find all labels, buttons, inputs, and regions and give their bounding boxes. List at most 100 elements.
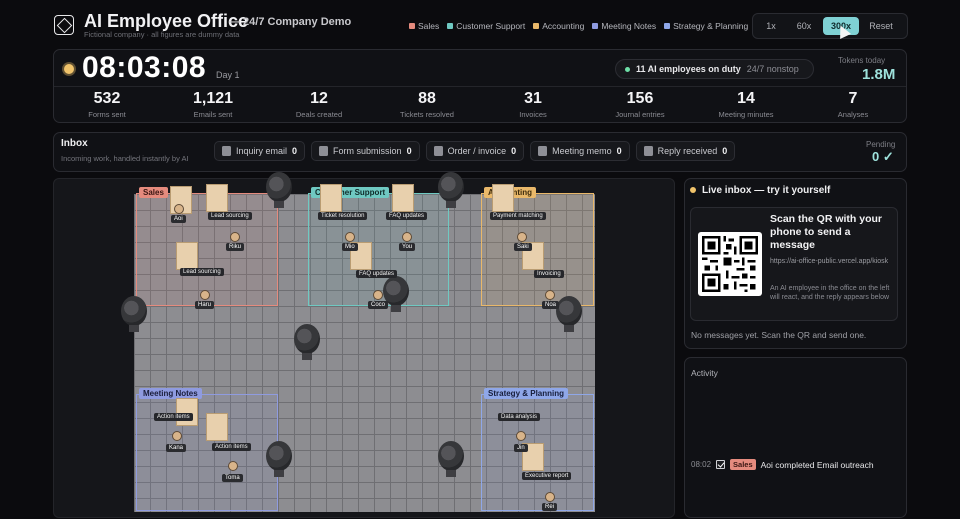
live-dot-icon [690, 187, 696, 193]
legend-accounting: Accounting [533, 21, 584, 31]
legend-label: Meeting Notes [601, 21, 657, 31]
support-swatch-icon [447, 23, 454, 29]
chip-label: Form submission [333, 146, 402, 156]
chip-count: 0 [511, 146, 517, 156]
accounting-swatch-icon [533, 23, 540, 29]
stats-divider [54, 86, 906, 87]
worker-avatar[interactable] [228, 461, 238, 471]
speed-60x-button[interactable]: 60x [787, 17, 821, 35]
worker-avatar[interactable] [517, 232, 527, 242]
stat-meetings: 14 Meeting minutes [701, 90, 791, 119]
duty-mode: 24/7 nonstop [746, 64, 799, 74]
worker-name-haru: Haru [195, 301, 215, 309]
stat-analyses: 7 Analyses [808, 90, 898, 119]
stat-value: 14 [737, 90, 755, 107]
plant-icon [438, 172, 464, 208]
zone-meeting-notes [136, 394, 278, 511]
chip-form-submission[interactable]: Form submission 0 [311, 141, 420, 161]
desk [206, 413, 228, 441]
stat-value: 532 [93, 90, 121, 107]
chip-label: Order / invoice [447, 146, 507, 156]
strategy-swatch-icon [664, 23, 671, 29]
task-label-kana: Action items [154, 413, 193, 421]
stat-forms: 532 Forms sent [62, 90, 152, 119]
stat-value: 156 [626, 90, 654, 107]
worker-name-saki: Saki [514, 243, 532, 251]
activity-text: Aoi completed Email outreach [760, 459, 874, 470]
desk [176, 398, 198, 426]
pending-value: 0 ✓ [872, 149, 894, 164]
desk [176, 242, 198, 270]
stat-label: Emails sent [193, 110, 233, 119]
task-label-coco: FAQ updates [356, 270, 398, 278]
worker-avatar[interactable] [545, 290, 555, 300]
worker-name-jin: Jin [514, 444, 528, 452]
task-label-rei: Executive report [522, 472, 572, 480]
kiosk-url[interactable]: https://ai-office-public.vercel.app/kios… [770, 257, 896, 266]
worker-avatar[interactable] [345, 232, 355, 242]
live-inbox-title: Live inbox — try it yourself [702, 185, 831, 196]
stat-value: 7 [848, 90, 858, 107]
duty-badge: 11 AI employees on duty 24/7 nonstop [615, 59, 814, 79]
reset-button[interactable]: Reset [861, 17, 901, 35]
worker-name-rei: Rei [542, 503, 558, 511]
form-icon [319, 146, 329, 156]
stat-value: 88 [418, 90, 436, 107]
stat-value: 31 [524, 90, 542, 107]
sim-clock: 08:03:08 [82, 51, 207, 84]
sun-icon [64, 64, 74, 74]
qr-code-icon[interactable] [698, 232, 762, 296]
zone-label-sales: Sales [139, 187, 168, 198]
worker-avatar[interactable] [545, 492, 555, 502]
worker-name-mio: Mio [342, 243, 358, 251]
task-label-saki: Payment matching [490, 212, 546, 220]
worker-avatar[interactable] [200, 290, 210, 300]
speed-control: 1x 60x 300x Reset [752, 13, 908, 39]
worker-avatar[interactable] [402, 232, 412, 242]
empty-messages: No messages yet. Scan the QR and send on… [691, 330, 867, 340]
activity-dept-badge: Sales [730, 459, 756, 470]
legend-strategy: Strategy & Planning [664, 21, 748, 31]
online-dot-icon [625, 66, 630, 72]
chip-label: Meeting memo [552, 146, 612, 156]
stat-journal: 156 Journal entries [595, 90, 685, 119]
plant-icon [556, 296, 582, 332]
worker-name-kana: Kana [166, 444, 187, 452]
qr-description: An AI employee in the office on the left… [770, 285, 890, 301]
worker-name-coco: Coco [368, 301, 389, 309]
legend-label: Strategy & Planning [673, 21, 749, 31]
chip-meeting-memo[interactable]: Meeting memo 0 [530, 141, 630, 161]
worker-avatar[interactable] [230, 232, 240, 242]
inbox-title: Inbox [61, 138, 88, 149]
legend-label: Customer Support [456, 21, 526, 31]
desk [492, 184, 514, 212]
chip-reply-received[interactable]: Reply received 0 [635, 141, 736, 161]
worker-avatar[interactable] [174, 204, 184, 214]
worker-avatar[interactable] [172, 431, 182, 441]
plant-icon [266, 441, 292, 477]
tokens-value: 1.8M [862, 66, 896, 83]
legend-label: Sales [418, 21, 440, 31]
stat-label: Meeting minutes [718, 110, 774, 119]
inbox-subtitle: Incoming work, handled instantly by AI [61, 154, 189, 163]
legend-label: Accounting [542, 21, 585, 31]
tokens-label: Tokens today [838, 56, 886, 65]
speed-1x-button[interactable]: 1x [757, 17, 785, 35]
task-label-aoi: Lead sourcing [208, 212, 252, 220]
qr-instructions: Scan the QR with your phone to send a me… [770, 213, 883, 251]
stat-invoices: 31 Invoices [488, 90, 578, 119]
task-label-haru: Lead sourcing [180, 268, 224, 276]
task-label-jin: Data analysis [498, 413, 541, 421]
chip-order-invoice[interactable]: Order / invoice 0 [425, 141, 525, 161]
meeting-swatch-icon [592, 23, 599, 29]
memo-icon [538, 146, 548, 156]
desk [320, 184, 342, 212]
worker-avatar[interactable] [516, 431, 526, 441]
worker-avatar[interactable] [373, 290, 383, 300]
stat-value: 1,121 [192, 90, 234, 107]
chip-label: Inquiry email [236, 146, 288, 156]
plant-icon [121, 296, 147, 332]
worker-name-you: You [399, 243, 416, 251]
chip-inquiry-email[interactable]: Inquiry email 0 [214, 141, 306, 161]
app-title: AI Employee Office [84, 11, 249, 31]
